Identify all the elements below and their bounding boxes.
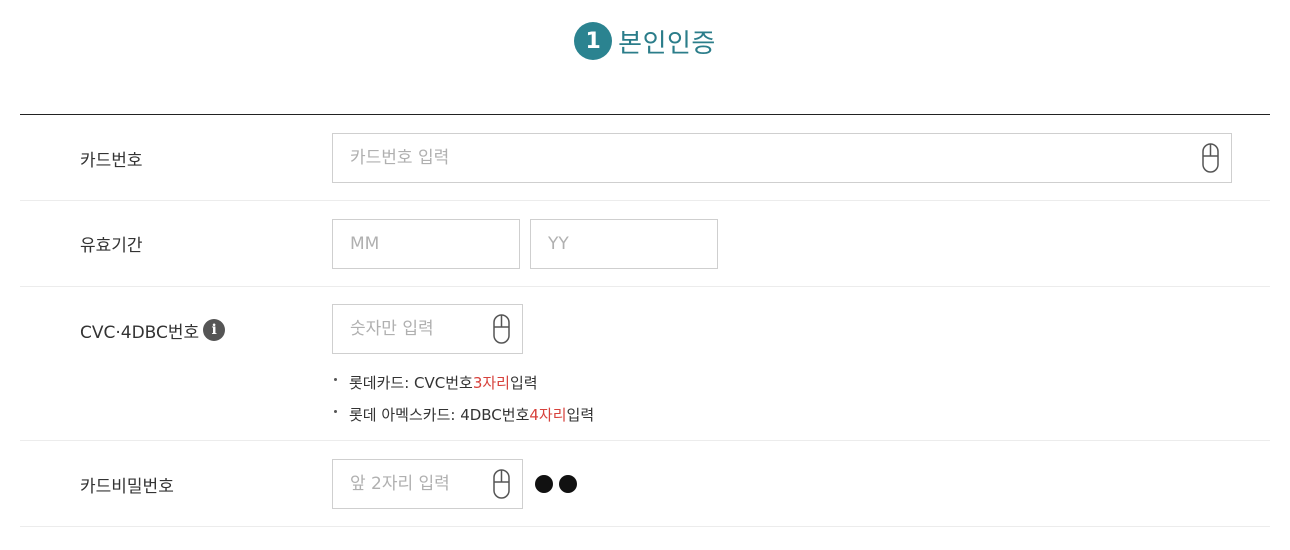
bullet-icon <box>334 409 337 413</box>
header-divider <box>20 114 1270 115</box>
cvc-label: CVC·4DBC번호 i <box>80 318 226 343</box>
note-text: 입력 <box>566 405 595 424</box>
expiry-month-field[interactable] <box>332 219 520 269</box>
mouse-icon[interactable] <box>1202 143 1219 173</box>
mouse-icon[interactable] <box>493 314 510 344</box>
note-text: 롯데카드: CVC번호 <box>349 373 473 392</box>
row-divider <box>20 200 1270 201</box>
bullet-icon <box>334 377 337 381</box>
row-divider <box>20 526 1270 527</box>
password-field[interactable] <box>332 459 523 509</box>
masked-digit-dot <box>535 475 553 493</box>
step-number-badge: 1 <box>574 22 613 60</box>
card-number-field[interactable] <box>332 133 1232 183</box>
cvc-label-text: CVC·4DBC번호 <box>80 322 200 343</box>
note-text: 롯데 아멕스카드: 4DBC번호 <box>349 405 530 424</box>
password-label: 카드비밀번호 <box>80 476 174 497</box>
row-divider <box>20 286 1270 287</box>
masked-digit-dot <box>559 475 577 493</box>
mouse-icon[interactable] <box>493 469 510 499</box>
note-highlight: 3자리 <box>472 373 510 392</box>
list-item: 롯데카드: CVC번호 3자리 입력 <box>332 366 594 398</box>
row-divider <box>20 440 1270 441</box>
info-icon[interactable]: i <box>203 319 226 341</box>
page-title-text: 본인인증 <box>618 28 716 59</box>
list-item: 롯데 아멕스카드: 4DBC번호 4자리 입력 <box>332 398 594 430</box>
expiry-month-input[interactable] <box>350 234 519 254</box>
note-highlight: 4자리 <box>529 405 567 424</box>
expiry-year-field[interactable] <box>530 219 718 269</box>
page-title: 1 본인인증 <box>0 22 1290 60</box>
card-number-input[interactable] <box>350 148 1231 168</box>
note-text: 입력 <box>510 373 538 392</box>
masked-digits <box>535 475 583 493</box>
cvc-field[interactable] <box>332 304 523 354</box>
expiry-label: 유효기간 <box>80 235 143 256</box>
expiry-year-input[interactable] <box>548 234 717 254</box>
cvc-notes: 롯데카드: CVC번호 3자리 입력 롯데 아멕스카드: 4DBC번호 4자리 … <box>332 366 594 430</box>
card-number-label: 카드번호 <box>80 150 143 171</box>
